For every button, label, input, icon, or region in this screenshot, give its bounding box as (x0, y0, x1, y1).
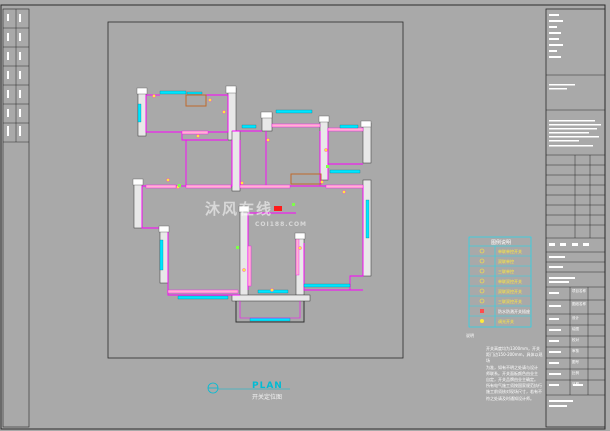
title-block-field: 图号 (572, 360, 579, 364)
switch-two-way-double-icon (479, 288, 485, 294)
switch-single-icon (479, 248, 485, 254)
switch-two-way-triple-icon (479, 298, 485, 304)
legend-label: 防水防溅开关插座 (498, 309, 530, 314)
title-block-field: 设计 (572, 316, 579, 320)
legend-label: 三联单控 (498, 269, 514, 274)
switch-double-icon (479, 258, 485, 264)
design-notes: 开关高度均为1300mm，开关 距门边150-200mm，具体以现场 为准，如有… (486, 346, 544, 402)
notes-heading: 说明 (466, 333, 474, 338)
note-line: 距门边150-200mm，具体以现场 (486, 352, 543, 364)
legend-label: 单联双控开关 (498, 279, 522, 284)
legend-title: 图例说明 (490, 240, 511, 246)
note-line: 施工前须核对现场尺寸，若有不 (486, 389, 542, 395)
title-block-lines (546, 74, 605, 396)
legend-label: 单联单控开关 (498, 249, 522, 254)
walls (133, 87, 372, 302)
title-block-field: 校对 (572, 338, 579, 342)
title-block-field: 比例 (572, 371, 579, 375)
red-marker (274, 206, 282, 211)
switch-two-way-icon (479, 278, 485, 284)
title-block-field: 日期 (572, 382, 579, 386)
note-line: 为准，如有不明之处请与设计 (486, 364, 538, 370)
splash-socket-icon (480, 309, 484, 313)
watermark-sub: COI188.COM (255, 221, 308, 228)
drawing-sheet: 沐风在线 COI188.COM PLAN 开关定位图 图例说明 单联单控开关 双… (0, 0, 610, 431)
dimmer-icon (480, 319, 484, 323)
watermark: 沐风在线 (205, 200, 274, 218)
legend-label: 三联双控开关 (498, 299, 522, 304)
plan-frame (107, 21, 404, 359)
title-block-field: 图纸名称 (572, 302, 586, 306)
plan-subtitle: 开关定位图 (252, 394, 283, 401)
cabinet (290, 173, 322, 185)
legend-label: 双联双控开关 (498, 289, 522, 294)
plan-title: PLAN (252, 381, 283, 391)
title-block-field: 审核 (572, 349, 579, 353)
left-strip-cells (3, 9, 29, 143)
title-block-field: 绘图 (572, 327, 579, 331)
left-strip-marks (7, 14, 21, 136)
legend-label: 双联单控 (498, 259, 514, 264)
note-line: 符之处请及时通知设计师。 (486, 395, 534, 401)
legend-label: 调光开关 (498, 319, 514, 324)
counter (185, 94, 207, 107)
switch-triple-icon (479, 268, 485, 274)
title-block-field: 项目名称 (572, 289, 586, 293)
